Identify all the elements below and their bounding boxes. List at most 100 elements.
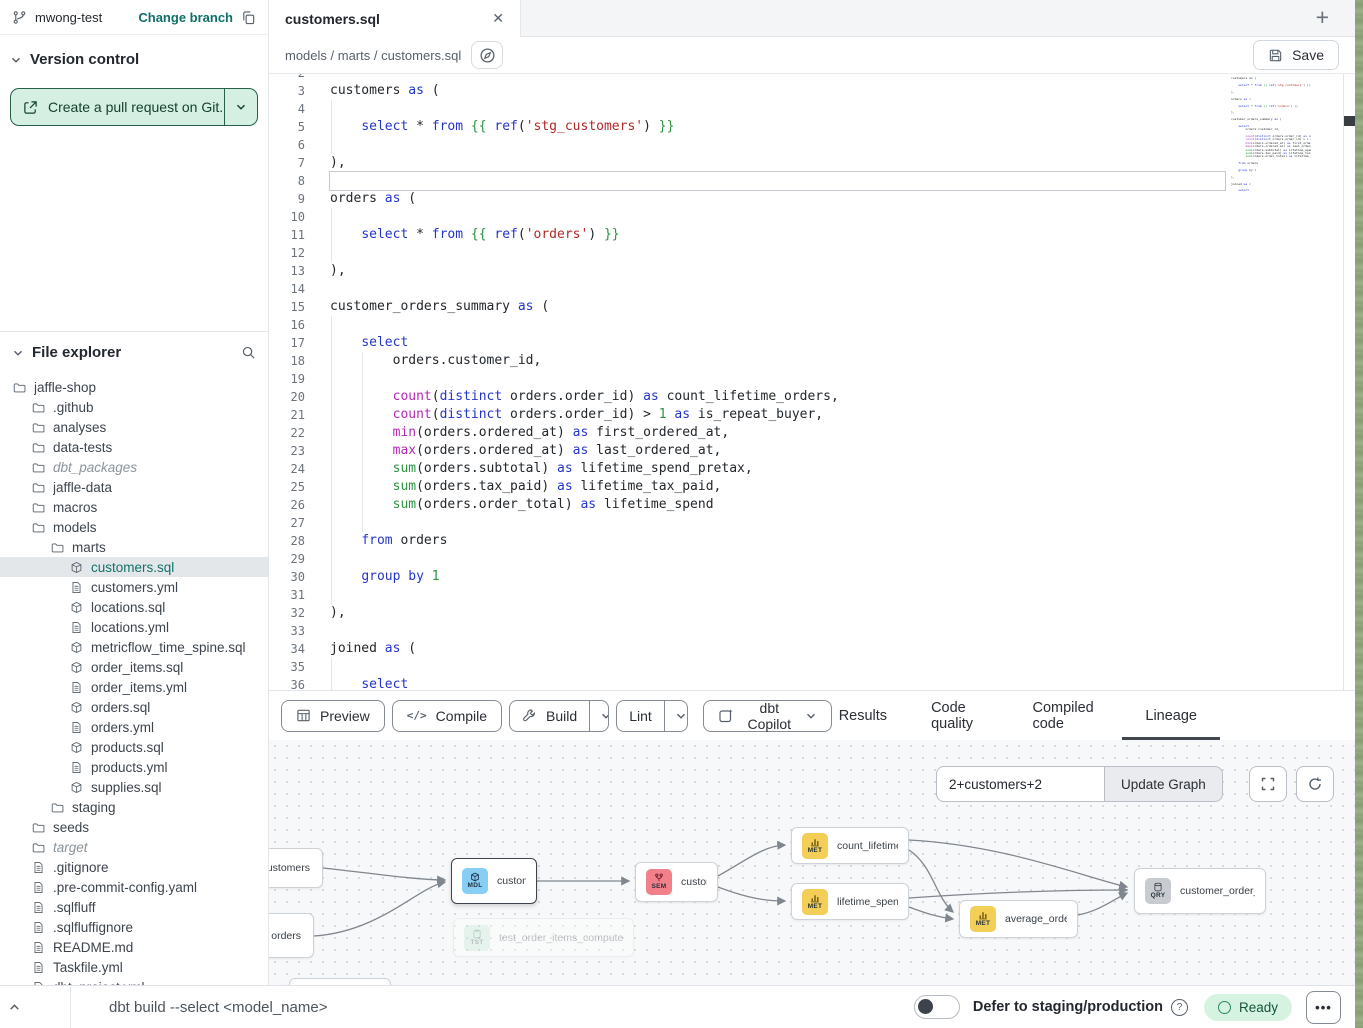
- code-line[interactable]: 30 group by 1: [269, 568, 1355, 586]
- lineage-node[interactable]: [289, 978, 391, 985]
- build-dropdown-button[interactable]: [590, 701, 609, 731]
- code-line[interactable]: 21 count(distinct orders.order_id) > 1 a…: [269, 406, 1355, 424]
- file-tree-item[interactable]: Taskfile.yml: [0, 957, 268, 977]
- copy-icon[interactable]: [241, 10, 256, 25]
- line-content[interactable]: orders as (: [330, 190, 1225, 208]
- status-badge[interactable]: Ready: [1204, 994, 1292, 1021]
- file-tree-item[interactable]: supplies.sql: [0, 777, 268, 797]
- collapse-panel-button[interactable]: [0, 986, 70, 1028]
- file-tree-item[interactable]: order_items.sql: [0, 657, 268, 677]
- file-tree-item[interactable]: models: [0, 517, 268, 537]
- file-tree-item[interactable]: orders.yml: [0, 717, 268, 737]
- code-line[interactable]: 5 select * from {{ ref('stg_customers') …: [269, 118, 1355, 136]
- lineage-node-count_lifetime_orders[interactable]: METcount_lifetime_orders: [791, 827, 909, 864]
- file-tree-item[interactable]: jaffle-data: [0, 477, 268, 497]
- line-content[interactable]: joined as (: [330, 640, 1225, 658]
- tab-customers-sql[interactable]: customers.sql ✕: [269, 0, 521, 37]
- line-content[interactable]: min(orders.ordered_at) as first_ordered_…: [330, 424, 1225, 442]
- dbt-copilot-button[interactable]: dbt Copilot: [703, 700, 832, 732]
- line-content[interactable]: sum(orders.tax_paid) as lifetime_tax_pai…: [330, 478, 1225, 496]
- preview-button[interactable]: Preview: [281, 700, 385, 732]
- code-line[interactable]: 13),: [269, 262, 1355, 280]
- line-content[interactable]: orders.customer_id,: [330, 352, 1225, 370]
- file-tree-item[interactable]: staging: [0, 797, 268, 817]
- code-line[interactable]: 2: [269, 74, 1355, 82]
- new-tab-button[interactable]: +: [1310, 3, 1335, 32]
- lineage-node-orders[interactable]: orders: [269, 913, 314, 958]
- line-content[interactable]: [330, 74, 1225, 82]
- line-content[interactable]: [330, 208, 1225, 226]
- scrollbar-handle[interactable]: [1344, 116, 1355, 126]
- create-pr-dropdown-button[interactable]: [225, 89, 257, 125]
- save-button[interactable]: Save: [1253, 40, 1339, 70]
- code-line[interactable]: 32),: [269, 604, 1355, 622]
- file-tree-item[interactable]: locations.yml: [0, 617, 268, 637]
- code-line[interactable]: 6: [269, 136, 1355, 154]
- dbt-command-input[interactable]: [71, 998, 914, 1017]
- line-content[interactable]: count(distinct orders.order_id) as count…: [330, 388, 1225, 406]
- code-line[interactable]: 15customer_orders_summary as (: [269, 298, 1355, 316]
- line-content[interactable]: [330, 100, 1225, 118]
- lineage-node-test_order_items_compute_to_bools-[interactable]: TSTtest_order_items_compute_to_bools...: [453, 918, 634, 957]
- line-content[interactable]: [330, 244, 1225, 262]
- line-content[interactable]: ),: [330, 604, 1225, 622]
- lineage-node-lifetime_spend_pretax[interactable]: METlifetime_spend_pretax: [791, 883, 909, 920]
- line-content[interactable]: sum(orders.order_total) as lifetime_spen…: [330, 496, 1225, 514]
- code-line[interactable]: 33: [269, 622, 1355, 640]
- line-content[interactable]: [330, 316, 1225, 334]
- change-branch-link[interactable]: Change branch: [138, 10, 233, 25]
- code-line[interactable]: 36 select: [269, 676, 1355, 690]
- code-line[interactable]: 18 orders.customer_id,: [269, 352, 1355, 370]
- file-tree-item[interactable]: locations.sql: [0, 597, 268, 617]
- lint-button[interactable]: Lint: [617, 701, 665, 731]
- line-content[interactable]: [330, 280, 1225, 298]
- line-content[interactable]: [330, 622, 1225, 640]
- file-tree-item[interactable]: macros: [0, 497, 268, 517]
- code-line[interactable]: 22 min(orders.ordered_at) as first_order…: [269, 424, 1355, 442]
- line-content[interactable]: [330, 514, 1225, 532]
- search-icon[interactable]: [241, 345, 256, 360]
- tab-results[interactable]: Results: [839, 691, 887, 740]
- tab-lineage[interactable]: Lineage: [1145, 691, 1197, 740]
- lineage-node-customers[interactable]: SEMcustomers: [635, 862, 718, 902]
- create-pr-button[interactable]: Create a pull request on Git...: [11, 89, 225, 125]
- chevron-down-icon[interactable]: [10, 54, 22, 66]
- tab-code-quality[interactable]: Code quality: [931, 691, 988, 740]
- line-content[interactable]: group by 1: [330, 568, 1225, 586]
- file-tree-item[interactable]: metricflow_time_spine.sql: [0, 637, 268, 657]
- file-tree-item[interactable]: .sqlfluffignore: [0, 917, 268, 937]
- file-tree-item[interactable]: jaffle-shop: [0, 377, 268, 397]
- lineage-node-customer_order_metrics[interactable]: QRYcustomer_order_metrics: [1134, 868, 1266, 914]
- code-line[interactable]: 19: [269, 370, 1355, 388]
- line-content[interactable]: [330, 370, 1225, 388]
- file-tree-item[interactable]: products.sql: [0, 737, 268, 757]
- line-content[interactable]: ),: [330, 154, 1225, 172]
- file-tree-item[interactable]: .pre-commit-config.yaml: [0, 877, 268, 897]
- line-content[interactable]: max(orders.ordered_at) as last_ordered_a…: [330, 442, 1225, 460]
- lineage-node-average_order_value[interactable]: METaverage_order_value: [959, 900, 1078, 938]
- editor-scrollbar[interactable]: [1343, 74, 1355, 690]
- file-tree-item[interactable]: .gitignore: [0, 857, 268, 877]
- file-tree-item[interactable]: dbt_project.yml: [0, 977, 268, 985]
- code-line[interactable]: 9orders as (: [269, 190, 1355, 208]
- code-line[interactable]: 35: [269, 658, 1355, 676]
- file-tree-item[interactable]: order_items.yml: [0, 677, 268, 697]
- code-line[interactable]: 26 sum(orders.order_total) as lifetime_s…: [269, 496, 1355, 514]
- code-line[interactable]: 3customers as (: [269, 82, 1355, 100]
- line-content[interactable]: [330, 136, 1225, 154]
- file-tree-item[interactable]: seeds: [0, 817, 268, 837]
- copilot-compass-button[interactable]: [471, 41, 503, 69]
- code-line[interactable]: 7),: [269, 154, 1355, 172]
- file-tree-item[interactable]: customers.sql: [0, 557, 268, 577]
- line-content[interactable]: [330, 550, 1225, 568]
- line-content[interactable]: [330, 658, 1225, 676]
- line-content[interactable]: ),: [330, 262, 1225, 280]
- file-tree-item[interactable]: customers.yml: [0, 577, 268, 597]
- line-content[interactable]: customer_orders_summary as (: [330, 298, 1225, 316]
- file-tree-item[interactable]: data-tests: [0, 437, 268, 457]
- line-content[interactable]: count(distinct orders.order_id) > 1 as i…: [330, 406, 1225, 424]
- code-line[interactable]: 25 sum(orders.tax_paid) as lifetime_tax_…: [269, 478, 1355, 496]
- line-content[interactable]: [330, 586, 1225, 604]
- line-content[interactable]: [330, 172, 1225, 190]
- code-editor[interactable]: 23customers as (45 select * from {{ ref(…: [269, 74, 1355, 690]
